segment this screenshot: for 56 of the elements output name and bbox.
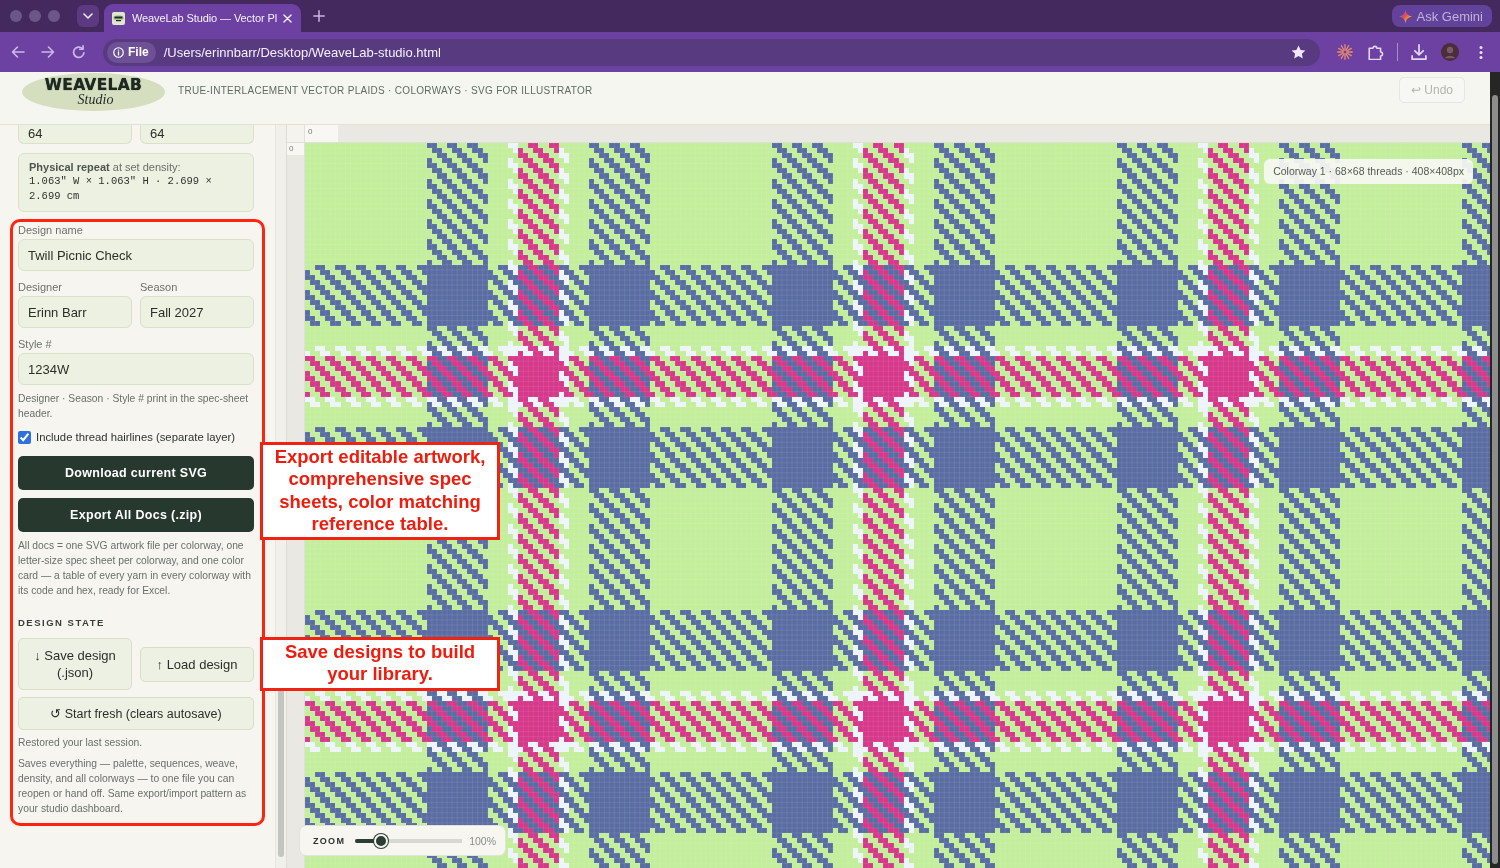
favicon-icon <box>112 11 125 25</box>
logo-script: Studio <box>77 93 114 107</box>
info-icon <box>113 46 124 58</box>
canvas-info-label: Colorway 1 · 68×68 threads · 408×408px <box>1264 159 1473 184</box>
field-label: Design name <box>18 223 84 237</box>
zoom-reading: 100% <box>469 834 496 847</box>
zoom-label: ZOOM <box>313 835 346 846</box>
puzzle-icon[interactable] <box>1368 44 1384 60</box>
text-field[interactable]: Twill Picnic Check <box>18 239 254 271</box>
browser-tab[interactable]: WeaveLab Studio — Vector Pl <box>104 4 301 32</box>
sunburst-icon[interactable] <box>1337 44 1353 60</box>
address-url: /Users/erinnbarr/Desktop/WeaveLab-studio.html <box>163 44 442 60</box>
new-tab-icon[interactable] <box>313 10 325 22</box>
repeat-measurement: 1.063″ W × 1.063″ H · 2.699 × 2.699 cm <box>29 174 213 204</box>
tab-search-button[interactable] <box>77 5 99 27</box>
zoom-slider-thumb[interactable] <box>373 833 388 848</box>
bookmark-star-icon[interactable] <box>1291 45 1306 59</box>
text-field[interactable]: 64 <box>140 125 254 144</box>
section-heading: DESIGN STATE <box>18 617 106 629</box>
start-fresh-button[interactable]: ↺ Start fresh (clears autosave) <box>18 697 254 730</box>
repeat-info-text: Physical repeat at set density: <box>29 161 182 174</box>
export-docs-button[interactable]: Export All Docs (.zip) <box>18 498 254 532</box>
sparkle-icon <box>1398 9 1412 23</box>
tagline: TRUE-INTERLACEMENT VECTOR PLAIDS · COLORWAYS · SVG FOR ILLUSTRATOR <box>178 84 593 97</box>
address-bar[interactable]: File /Users/erinnbarr/Desktop/WeaveLab-studio.html <box>103 38 1320 66</box>
text-field[interactable]: Fall 2027 <box>140 296 254 328</box>
download-icon[interactable] <box>1411 44 1427 60</box>
text-field[interactable]: 64 <box>18 125 132 144</box>
logo-wordmark: WEAVELAB <box>44 77 143 93</box>
close-icon[interactable] <box>283 13 292 23</box>
text-field[interactable]: Erinn Barr <box>18 296 132 328</box>
status-text: Restored your last session. <box>18 736 144 750</box>
checkbox-label: Include thread hairlines (separate layer) <box>36 431 236 443</box>
field-label: Style # <box>18 337 53 351</box>
annotation-callout: Export editable artwork, comprehensive spec sheets, color matching reference table. <box>260 442 500 541</box>
ruler-label: 0 <box>287 143 304 155</box>
field-label: Designer <box>18 280 64 294</box>
site-info-chip[interactable]: File <box>107 41 156 63</box>
ruler-label: 0 <box>305 125 338 142</box>
hint-text: Designer · Season · Style # print in the spec-sheet header. <box>18 392 250 421</box>
text-field[interactable]: 1234W <box>18 353 254 385</box>
reload-icon[interactable] <box>72 45 86 59</box>
ask-gemini-button[interactable]: Ask Gemini <box>1391 5 1492 27</box>
forward-icon[interactable] <box>41 45 55 59</box>
field-label: Season <box>140 280 179 294</box>
load-design-button[interactable]: ↑ Load design <box>140 646 254 682</box>
save-note: Saves everything — palette, sequences, weave, density, and all colorways — to one file you can reopen or hand off. Same export/import pattern as your studio dashboard. <box>18 757 248 816</box>
save-design-button[interactable]: ↓ Save design (.json) <box>18 638 132 690</box>
scrollbar-thumb[interactable] <box>1492 95 1498 864</box>
annotation-callout: Save designs to build your library. <box>260 637 500 691</box>
download-svg-button[interactable]: Download current SVG <box>18 456 254 490</box>
chevron-down-icon <box>83 13 93 19</box>
more-menu-icon[interactable] <box>1479 45 1483 59</box>
hairlines-checkbox[interactable] <box>18 430 31 444</box>
docs-note: All docs = one SVG artwork file per colorway, one letter-size spec sheet per colorway, and one color card — a table of every yarn in every colorway with its code and hex, ready for Excel. <box>18 539 252 598</box>
back-icon[interactable] <box>11 45 25 59</box>
